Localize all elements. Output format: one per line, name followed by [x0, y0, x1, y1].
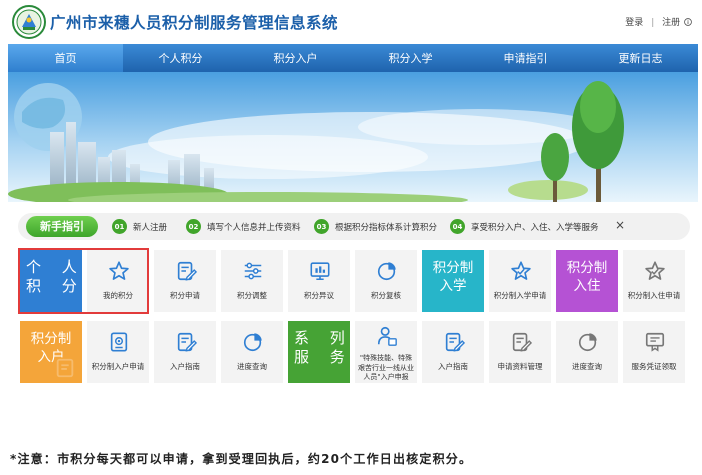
tile-special-skills-application[interactable]: "特殊技能、特殊艰苦行业一线从业人员"入户申报: [355, 321, 417, 383]
tile-label: 积分复核: [371, 291, 401, 300]
nav-application-guide[interactable]: 申请指引: [468, 44, 583, 72]
tile-label: 服务凭证领取: [631, 362, 677, 371]
tile-label: 个 人 积 分: [26, 258, 82, 295]
tile-label: 积分异议: [304, 291, 334, 300]
emblem-icon: [12, 5, 46, 39]
header: 广州市来穗人员积分制服务管理信息系统 登录 | 注册: [8, 0, 698, 44]
step-number: 01: [112, 219, 127, 234]
tile-points-school[interactable]: 积分制 入学: [422, 250, 484, 312]
guide-step-2: 02 填写个人信息并上传资料: [186, 219, 301, 234]
person-form-icon: [377, 326, 397, 346]
sliders-icon: [244, 262, 262, 280]
tile-label: 积分制 入学: [432, 260, 474, 294]
pie-chart-icon: [377, 262, 396, 281]
tile-label: 系 列 服 务: [294, 329, 350, 366]
edit-document-icon: [177, 332, 197, 352]
tile-label: 积分申请: [170, 291, 200, 300]
tile-progress-query-2[interactable]: 进度查询: [556, 321, 618, 383]
tile-service-certificate[interactable]: 服务凭证领取: [623, 321, 685, 383]
nav-home[interactable]: 首页: [8, 44, 123, 72]
tile-household-application[interactable]: 积分制入户申请: [87, 321, 149, 383]
tile-personal-points[interactable]: 个 人 积 分: [20, 250, 82, 312]
tile-points-household[interactable]: 积分制 入户: [20, 321, 82, 383]
top-links: 登录 | 注册: [625, 15, 692, 28]
tile-materials-management[interactable]: 申请资料管理: [489, 321, 551, 383]
tile-label: 申请资料管理: [497, 362, 543, 371]
star-check-icon: [511, 261, 531, 280]
guide-step-3: 03 根据积分指标体系计算积分: [314, 219, 437, 234]
guide-step-4: 04 享受积分入户、入住、入学等服务: [450, 219, 599, 234]
banner-image: [8, 72, 698, 202]
tile-label: 积分制入住申请: [627, 291, 681, 300]
tile-label: 入户指南: [170, 362, 200, 371]
tile-school-application[interactable]: 积分制入学申请: [489, 250, 551, 312]
document-faded-icon: [56, 358, 74, 378]
tile-points-application[interactable]: 积分申请: [154, 250, 216, 312]
step-text: 根据积分指标体系计算积分: [335, 222, 438, 233]
register-link[interactable]: 注册: [662, 18, 680, 28]
tile-household-guide-2[interactable]: 入户指南: [422, 321, 484, 383]
step-number: 04: [450, 219, 465, 234]
tile-points-review[interactable]: 积分复核: [355, 250, 417, 312]
nav-personal-points[interactable]: 个人积分: [123, 44, 238, 72]
tile-label: 进度查询: [237, 362, 267, 371]
step-text: 享受积分入户、入住、入学等服务: [471, 222, 599, 233]
pie-chart-icon: [243, 333, 262, 352]
tile-points-objection[interactable]: 积分异议: [288, 250, 350, 312]
nav-update-log[interactable]: 更新日志: [583, 44, 698, 72]
step-number: 03: [314, 219, 329, 234]
monitor-chart-icon: [310, 262, 330, 281]
info-circle-icon[interactable]: [684, 18, 692, 26]
edit-document-icon: [177, 261, 197, 281]
tile-label: 积分制入户申请: [91, 362, 145, 371]
pie-chart-gray-icon: [578, 333, 597, 352]
tile-label: 积分制入学申请: [493, 291, 547, 300]
login-link[interactable]: 登录: [625, 18, 643, 28]
tile-series-services[interactable]: 系 列 服 务: [288, 321, 350, 383]
service-tiles: 个 人 积 分 我的积分 积分申请 积分调整 积分异议 积分复核 积分制 入学 …: [20, 250, 685, 386]
tile-label: 进度查询: [572, 362, 602, 371]
tile-label: 我的积分: [103, 291, 133, 300]
tile-label: 积分制 入住: [566, 260, 608, 294]
certificate-icon: [645, 332, 665, 352]
guide-step-1: 01 新人注册: [112, 219, 167, 234]
guide-badge: 新手指引: [26, 216, 98, 237]
tile-household-guide[interactable]: 入户指南: [154, 321, 216, 383]
site-title: 广州市来穗人员积分制服务管理信息系统: [50, 14, 339, 32]
step-number: 02: [186, 219, 201, 234]
tile-points-adjustment[interactable]: 积分调整: [221, 250, 283, 312]
edit-document-gray-icon: [512, 332, 532, 352]
star-outline-icon: [109, 261, 129, 280]
nav-points-household[interactable]: 积分入户: [238, 44, 353, 72]
newbie-guide-bar: 新手指引 01 新人注册 02 填写个人信息并上传资料 03 根据积分指标体系计…: [18, 213, 690, 240]
edit-document-icon: [445, 332, 465, 352]
guide-close-button[interactable]: ×: [615, 218, 625, 232]
tile-housing-application[interactable]: 积分制入住申请: [623, 250, 685, 312]
star-check-gray-icon: [645, 261, 665, 280]
tile-label: "特殊技能、特殊艰苦行业一线从业人员"入户申报: [358, 354, 414, 381]
nav-points-school[interactable]: 积分入学: [353, 44, 468, 72]
main-nav: 首页 个人积分 积分入户 积分入学 申请指引 更新日志: [8, 44, 698, 72]
tile-points-housing[interactable]: 积分制 入住: [556, 250, 618, 312]
tile-label: 积分调整: [237, 291, 267, 300]
link-separator: |: [651, 18, 655, 28]
step-text: 填写个人信息并上传资料: [207, 222, 301, 233]
step-text: 新人注册: [133, 222, 168, 233]
tile-my-points[interactable]: 我的积分: [87, 250, 149, 312]
tile-label: 入户指南: [438, 362, 468, 371]
tile-progress-query[interactable]: 进度查询: [221, 321, 283, 383]
document-badge-icon: [110, 332, 128, 352]
footnote: *注意：市积分每天都可以申请，拿到受理回执后，约20个工作日出核定积分。: [10, 452, 473, 466]
